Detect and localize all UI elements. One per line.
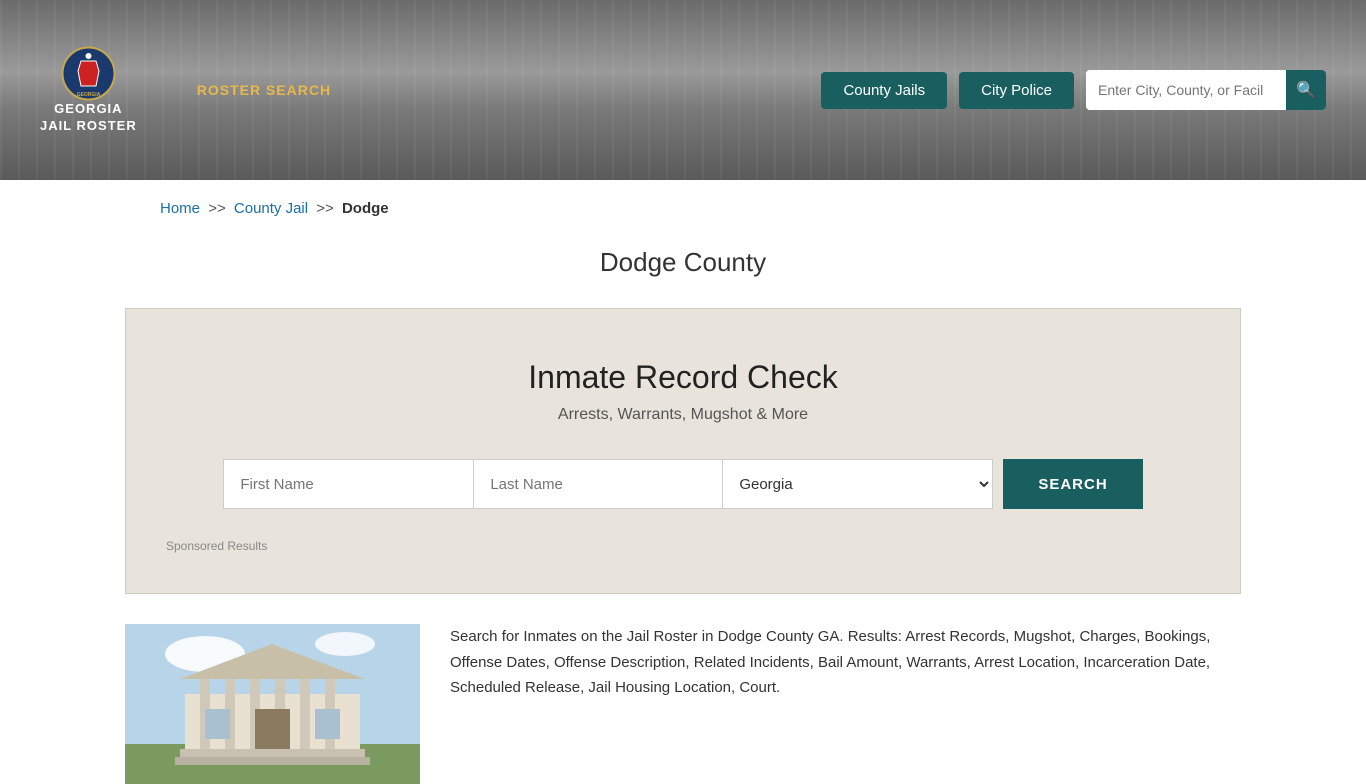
record-check-form: AlabamaAlaskaArizonaArkansasCaliforniaCo… — [166, 459, 1200, 509]
state-select[interactable]: AlabamaAlaskaArizonaArkansasCaliforniaCo… — [723, 459, 993, 509]
site-logo: GEORGIA GEORGIA JAIL ROSTER — [40, 46, 137, 135]
county-jails-button[interactable]: County Jails — [821, 72, 947, 109]
header-search-input[interactable] — [1086, 70, 1286, 110]
inmate-record-check-section: Inmate Record Check Arrests, Warrants, M… — [125, 308, 1241, 594]
svg-text:GEORGIA: GEORGIA — [77, 92, 101, 98]
header-search-button[interactable]: 🔍 — [1286, 70, 1326, 110]
breadcrumb-county-jail-link[interactable]: County Jail — [234, 200, 308, 217]
record-check-subtitle: Arrests, Warrants, Mugshot & More — [166, 406, 1200, 424]
site-header: GEORGIA GEORGIA JAIL ROSTER ROSTER SEARC… — [0, 0, 1366, 180]
header-nav-right: County Jails City Police 🔍 — [821, 70, 1326, 110]
record-check-search-button[interactable]: SEARCH — [1003, 459, 1142, 509]
search-icon: 🔍 — [1296, 80, 1316, 100]
breadcrumb-separator-1: >> — [208, 200, 226, 217]
breadcrumb-separator-2: >> — [316, 200, 334, 217]
roster-search-link[interactable]: ROSTER SEARCH — [197, 82, 331, 98]
bottom-description: Search for Inmates on the Jail Roster in… — [450, 624, 1241, 701]
breadcrumb-current: Dodge — [342, 200, 389, 217]
last-name-input[interactable] — [473, 459, 723, 509]
bottom-section: Search for Inmates on the Jail Roster in… — [125, 624, 1241, 784]
logo-text: GEORGIA JAIL ROSTER — [40, 101, 137, 135]
breadcrumb-home-link[interactable]: Home — [160, 200, 200, 217]
breadcrumb: Home >> County Jail >> Dodge — [0, 180, 1366, 237]
page-title: Dodge County — [0, 247, 1366, 278]
courthouse-image — [125, 624, 420, 784]
header-search-bar: 🔍 — [1086, 70, 1326, 110]
city-police-button[interactable]: City Police — [959, 72, 1074, 109]
record-check-title: Inmate Record Check — [166, 359, 1200, 396]
first-name-input[interactable] — [223, 459, 473, 509]
georgia-seal-icon: GEORGIA — [61, 46, 116, 101]
sponsored-label: Sponsored Results — [166, 539, 1200, 553]
